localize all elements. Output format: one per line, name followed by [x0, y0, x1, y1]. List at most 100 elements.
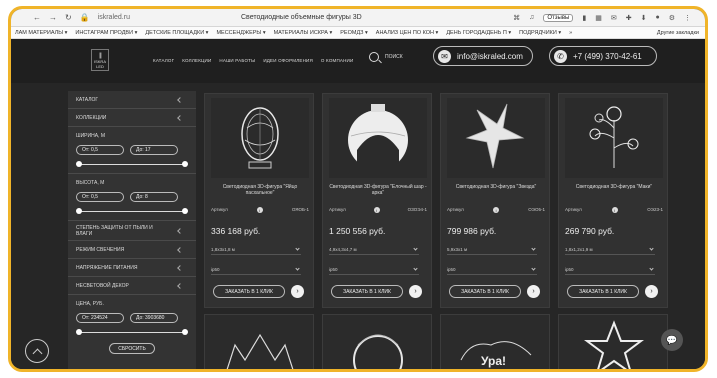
ip-value: ip50: [565, 267, 574, 272]
filter-voltage[interactable]: НАПРЯЖЕНИЕ ПИТАНИЯ: [68, 259, 196, 277]
puzzle-icon[interactable]: ✚: [626, 14, 632, 22]
nav-collections[interactable]: КОЛЛЕКЦИИ: [182, 58, 211, 63]
slider-min-handle[interactable]: [76, 208, 82, 214]
price-to-input[interactable]: До: 3903680: [130, 313, 178, 323]
size-select[interactable]: 5,9х3х1 м: [447, 245, 537, 255]
product-image-egg[interactable]: [211, 98, 309, 178]
width-from-input[interactable]: От: 0,5: [76, 145, 124, 155]
price-slider[interactable]: [76, 329, 188, 335]
product-card[interactable]: Светодиодная 3D-фигура "Елочный шар - ар…: [322, 93, 432, 308]
price-from-input[interactable]: От: 234524: [76, 313, 124, 323]
menu-icon[interactable]: ⋮: [684, 14, 691, 22]
info-icon[interactable]: i: [373, 207, 380, 213]
product-card[interactable]: Светодиодная 3D-фигура "Яйцо пасхальное"…: [204, 93, 314, 308]
search-button[interactable]: ПОИСК: [369, 52, 403, 62]
site-logo[interactable]: ||| ISKRA LED: [91, 49, 109, 71]
size-select[interactable]: 1,8х3х1,8 м: [211, 245, 301, 255]
headphones-icon[interactable]: ♫: [529, 14, 534, 21]
bookmark-icon[interactable]: ▮: [582, 14, 586, 22]
filter-protection[interactable]: СТЕПЕНЬ ЗАЩИТЫ ОТ ПЫЛИ И ВЛАГИ: [68, 221, 196, 241]
bookmark-item[interactable]: РЕОМДЗ ▾: [336, 30, 372, 36]
filter-catalog[interactable]: КАТАЛОГ: [68, 91, 196, 109]
product-card[interactable]: Ура!: [440, 314, 550, 372]
info-icon[interactable]: i: [611, 207, 618, 213]
product-image[interactable]: Ура!: [441, 315, 550, 372]
other-bookmarks[interactable]: Другие закладки: [657, 30, 699, 36]
product-card[interactable]: [322, 314, 432, 372]
product-image[interactable]: [559, 315, 668, 372]
filter-collections[interactable]: КОЛЛЕКЦИИ: [68, 109, 196, 127]
bookmark-item[interactable]: ПОДРЯДЧИКИ ▾: [515, 30, 565, 36]
height-slider[interactable]: [76, 208, 188, 214]
arrow-right-icon[interactable]: ›: [291, 285, 304, 298]
product-image[interactable]: [323, 315, 432, 372]
product-image-poppies[interactable]: [565, 98, 663, 178]
ip-select[interactable]: ip50: [447, 265, 537, 275]
bookmark-item[interactable]: »: [565, 30, 576, 36]
order-one-click-button[interactable]: ЗАКАЗАТЬ В 1 КЛИК: [567, 285, 639, 298]
order-one-click-button[interactable]: ЗАКАЗАТЬ В 1 КЛИК: [449, 285, 521, 298]
nav-our-works[interactable]: НАШИ РАБОТЫ: [219, 58, 255, 63]
bookmark-item[interactable]: ДЕНЬ ГОРОДА/ДЕНЬ П ▾: [442, 30, 515, 36]
bookmark-item[interactable]: МАТЕРИАЛЫ ИСКРА ▾: [270, 30, 337, 36]
ip-select[interactable]: ip50: [565, 265, 655, 275]
arrow-right-icon[interactable]: ›: [409, 285, 422, 298]
slider-max-handle[interactable]: [182, 161, 188, 167]
ip-select[interactable]: ip50: [329, 265, 419, 275]
bookmark-item[interactable]: АНАЛИЗ ЦЕН ПО КОН ▾: [372, 30, 443, 36]
height-to-input[interactable]: До: 8: [130, 192, 178, 202]
downloads-icon[interactable]: ⬇: [641, 14, 647, 22]
slider-max-handle[interactable]: [182, 208, 188, 214]
nav-about[interactable]: О КОМПАНИИ: [321, 58, 354, 63]
email-button[interactable]: ✉ info@iskraled.com: [433, 46, 533, 66]
width-slider[interactable]: [76, 161, 188, 167]
reload-icon[interactable]: ↻: [65, 13, 72, 22]
address-bar[interactable]: iskraled.ru: [98, 14, 130, 21]
bookmark-item[interactable]: ИНСТАГРАМ ПРОДВИ ▾: [71, 30, 141, 36]
product-card[interactable]: Светодиодная 3D-фигура "Маки" Артикул i …: [558, 93, 668, 308]
product-image[interactable]: [205, 315, 314, 372]
mail-icon[interactable]: ✉: [611, 14, 617, 22]
scroll-top-button[interactable]: [25, 339, 49, 363]
product-card[interactable]: [558, 314, 668, 372]
translate-icon[interactable]: ⌘: [513, 14, 520, 22]
reset-button[interactable]: СБРОСИТЬ: [109, 343, 155, 354]
phone-button[interactable]: ✆ +7 (499) 370-42-61: [549, 46, 657, 66]
width-to-input[interactable]: До: 17: [130, 145, 178, 155]
info-icon[interactable]: i: [256, 207, 263, 213]
bookmark-item[interactable]: ДЕТСКИЕ ПЛОЩАДКИ ▾: [141, 30, 212, 36]
product-name[interactable]: Светодиодная 3D-фигура "Маки": [563, 184, 665, 190]
filter-glow-mode[interactable]: РЕЖИМ СВЕЧЕНИЯ: [68, 241, 196, 259]
extension-icon[interactable]: ▦: [595, 14, 602, 22]
reviews-button[interactable]: Отзывы: [543, 13, 574, 22]
product-name[interactable]: Светодиодная 3D-фигура "Яйцо пасхальное": [209, 184, 311, 196]
order-one-click-button[interactable]: ЗАКАЗАТЬ В 1 КЛИК: [213, 285, 285, 298]
slider-min-handle[interactable]: [76, 161, 82, 167]
nav-ideas[interactable]: ИДЕИ ОФОРМЛЕНИЯ: [263, 58, 313, 63]
arrow-right-icon[interactable]: ›: [645, 285, 658, 298]
product-image-star[interactable]: [447, 98, 545, 178]
chat-button[interactable]: 💬: [661, 329, 683, 351]
order-one-click-button[interactable]: ЗАКАЗАТЬ В 1 КЛИК: [331, 285, 403, 298]
product-name[interactable]: Светодиодная 3D-фигура "Елочный шар - ар…: [327, 184, 429, 196]
bookmark-item[interactable]: ЛАМ МАТЕРИАЛЫ ▾: [11, 30, 71, 36]
back-icon[interactable]: ←: [33, 13, 41, 22]
product-image-ball-arch[interactable]: [329, 98, 427, 178]
nav-catalog[interactable]: КАТАЛОГ: [153, 58, 174, 63]
ip-select[interactable]: ip50: [211, 265, 301, 275]
info-icon[interactable]: i: [493, 207, 500, 213]
bookmark-item[interactable]: МЕССЕНДЖЕРЫ ▾: [212, 30, 269, 36]
product-card[interactable]: [204, 314, 314, 372]
filter-nonlight[interactable]: НЕСВЕТОВОЙ ДЕКОР: [68, 277, 196, 295]
size-select[interactable]: 4,9х4,3х4,7 м: [329, 245, 419, 255]
settings-icon[interactable]: ⚙: [669, 14, 675, 22]
product-card[interactable]: Светодиодная 3D-фигура "Звезда" Артикул …: [440, 93, 550, 308]
product-name[interactable]: Светодиодная 3D-фигура "Звезда": [445, 184, 547, 190]
arrow-right-icon[interactable]: ›: [527, 285, 540, 298]
slider-max-handle[interactable]: [182, 329, 188, 335]
slider-min-handle[interactable]: [76, 329, 82, 335]
location-icon[interactable]: ●: [655, 14, 659, 21]
forward-icon[interactable]: →: [49, 13, 57, 22]
size-select[interactable]: 1,8х1,2х1,9 м: [565, 245, 655, 255]
height-from-input[interactable]: От: 0,5: [76, 192, 124, 202]
